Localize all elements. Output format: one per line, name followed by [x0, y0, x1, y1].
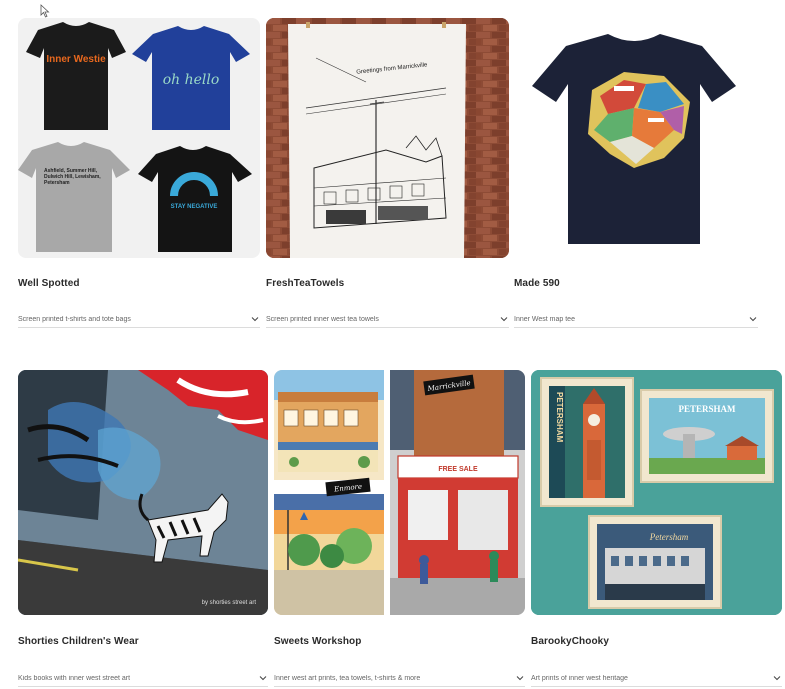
- tee-text: Ashfield, Summer Hill, Dulwich Hill, Lew…: [44, 168, 101, 186]
- product-description: Inner West map tee: [514, 315, 575, 323]
- product-description-toggle[interactable]: Inner west art prints, tea towels, t-shi…: [274, 673, 525, 687]
- product-description: Kids books with inner west street art: [18, 674, 131, 682]
- product-image[interactable]: FREE SALE Marrickville Enmore: [274, 370, 525, 615]
- product-title[interactable]: Made 590: [514, 278, 560, 289]
- tee-text: STAY NEGATIVE: [171, 204, 218, 210]
- product-description-toggle[interactable]: Screen printed inner west tea towels: [266, 314, 509, 328]
- product-description-toggle[interactable]: Art prints of inner west heritage: [531, 673, 782, 687]
- product-card-shorties-childrens-wear[interactable]: by shorties street art Shorties Children…: [18, 370, 268, 687]
- chevron-down-icon: [251, 317, 259, 322]
- product-card-made-590[interactable]: Made 590 Inner West map tee: [514, 18, 758, 328]
- product-title[interactable]: FreshTeaTowels: [266, 278, 344, 289]
- product-image[interactable]: PETERSHAM PETERSHAM Petersham: [531, 370, 782, 615]
- product-card-freshteatowels[interactable]: Greetings from Marrickville FreshTeaTowe…: [266, 18, 509, 328]
- product-description-toggle[interactable]: Kids books with inner west street art: [18, 673, 268, 687]
- product-title[interactable]: BarookyChooky: [531, 636, 609, 647]
- chevron-down-icon: [773, 676, 781, 681]
- product-title[interactable]: Sweets Workshop: [274, 636, 361, 647]
- product-card-barookychooky[interactable]: PETERSHAM PETERSHAM Petersham BarookyCho…: [531, 370, 782, 687]
- product-description: Screen printed inner west tea towels: [266, 315, 379, 323]
- product-card-sweets-workshop[interactable]: FREE SALE Marrickville Enmore Sweets Wor…: [274, 370, 525, 687]
- product-description: Art prints of inner west heritage: [531, 674, 628, 682]
- poster-title: Petersham: [649, 532, 689, 542]
- product-title[interactable]: Well Spotted: [18, 278, 80, 289]
- tee-text: oh hello: [163, 72, 220, 88]
- product-description-toggle[interactable]: Inner West map tee: [514, 314, 758, 328]
- product-image[interactable]: by shorties street art: [18, 370, 268, 615]
- chevron-down-icon: [500, 317, 508, 322]
- shopfront-sign: FREE SALE: [438, 466, 478, 473]
- mouse-cursor-icon: [40, 4, 50, 18]
- product-image[interactable]: Inner Westie oh hello Ashfield, Summer H…: [18, 18, 260, 258]
- product-title[interactable]: Shorties Children's Wear: [18, 636, 139, 647]
- product-description: Screen printed t-shirts and tote bags: [18, 315, 131, 323]
- product-description: Inner west art prints, tea towels, t-shi…: [274, 674, 421, 682]
- chevron-down-icon: [516, 676, 524, 681]
- product-description-toggle[interactable]: Screen printed t-shirts and tote bags: [18, 314, 260, 328]
- product-image[interactable]: Greetings from Marrickville: [266, 18, 509, 258]
- tee-text: Inner Westie: [46, 54, 106, 65]
- chevron-down-icon: [749, 317, 757, 322]
- tshirt-icon: [26, 22, 126, 130]
- product-image[interactable]: [514, 18, 758, 258]
- poster-title: PETERSHAM: [678, 404, 736, 414]
- image-watermark: by shorties street art: [202, 600, 257, 606]
- poster-title: PETERSHAM: [555, 392, 564, 443]
- chevron-down-icon: [259, 676, 267, 681]
- product-card-well-spotted[interactable]: Inner Westie oh hello Ashfield, Summer H…: [18, 18, 260, 328]
